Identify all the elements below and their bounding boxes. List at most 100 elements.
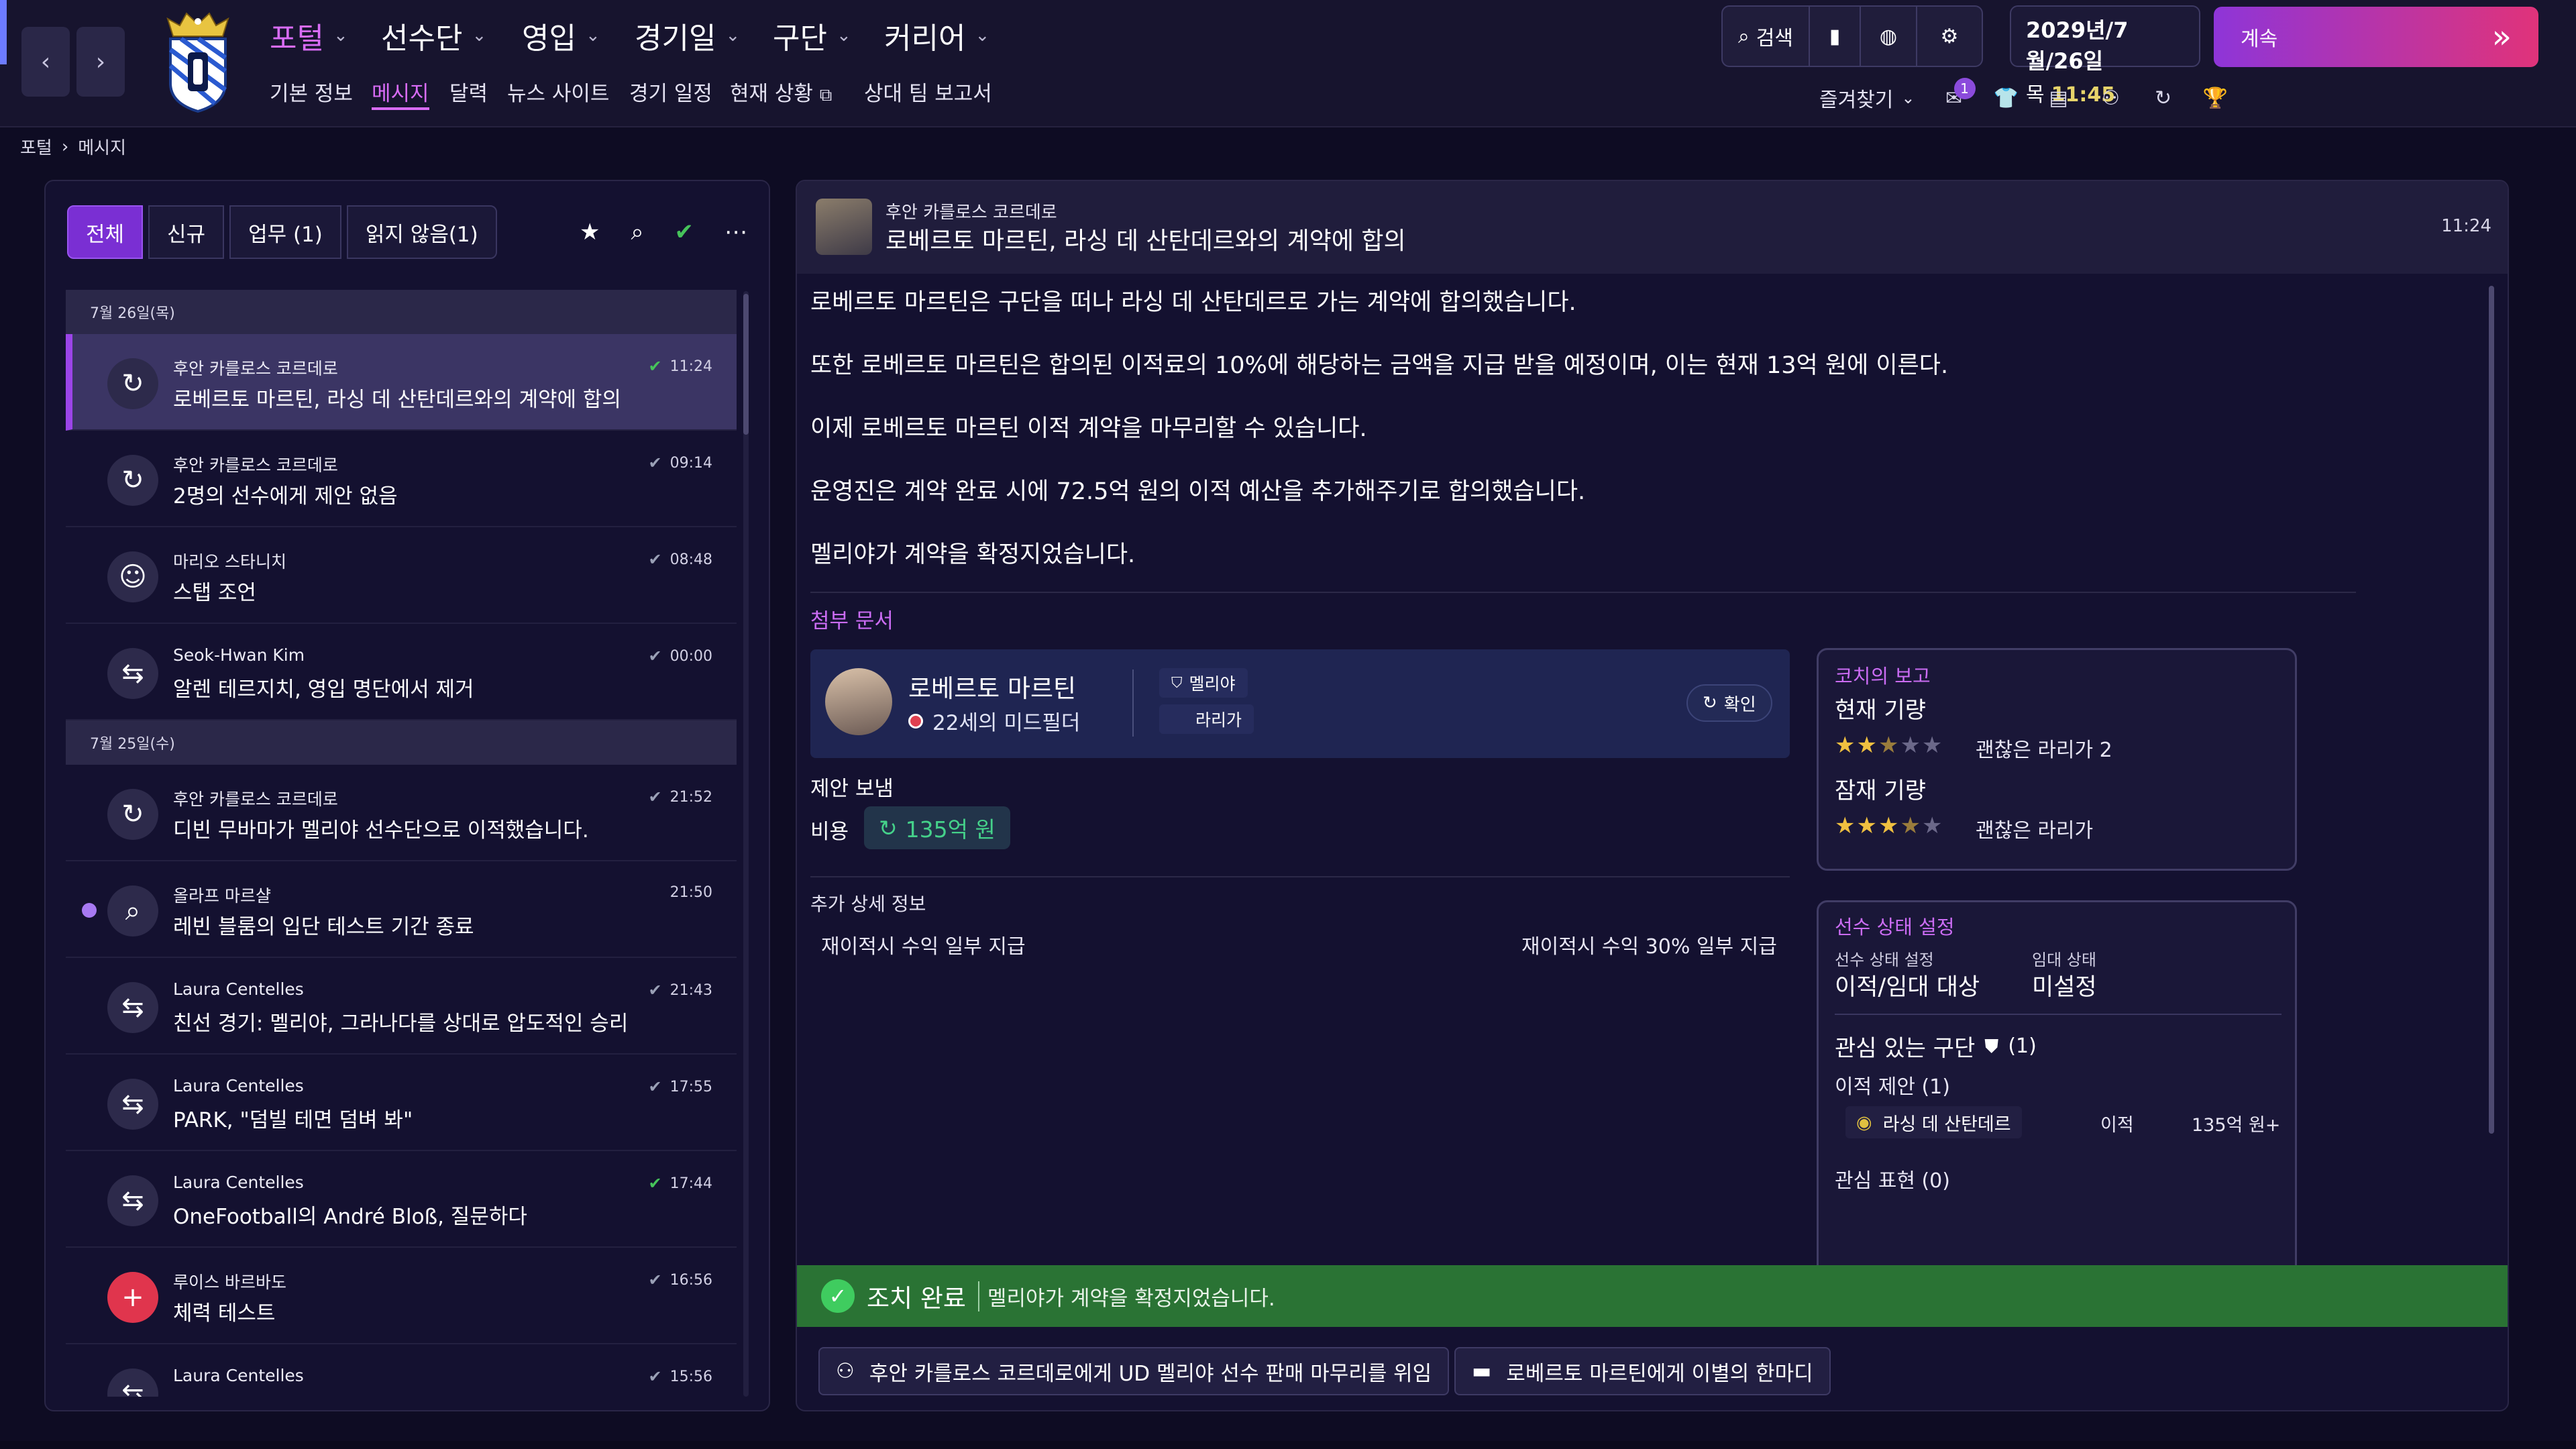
subnav-current-status[interactable]: 현재 상황 ⧉ — [730, 76, 832, 110]
subnav-fixtures[interactable]: 경기 일정 — [629, 76, 712, 110]
forward-button[interactable]: › — [76, 27, 125, 97]
speech-bubble-icon: ▬ — [1472, 1359, 1492, 1383]
date-text: 2029년/7월/26일 — [2026, 17, 2129, 74]
club-crest-icon[interactable] — [161, 9, 235, 114]
confirm-button[interactable]: ↻ 확인 — [1686, 684, 1772, 722]
time-text: 11:24 — [669, 358, 712, 375]
current-ability-stars: ★★★★★ — [1835, 732, 1944, 759]
message-list-item[interactable]: ↻ 후안 카를로스 코르데로 2명의 선수에게 제안 없음 ✔ 09:14 — [66, 431, 737, 527]
person-transfer-icon: ⇆ — [107, 648, 158, 699]
message-sender[interactable]: 후안 카를로스 코르데로 — [885, 199, 1057, 223]
extra-details-label: 추가 상세 정보 — [810, 893, 926, 915]
subnav-news[interactable]: 뉴스 사이트 — [507, 76, 609, 110]
message-list-item[interactable]: ⇆ Laura Centelles PARK, "덤빌 테면 덤벼 봐" ✔ 17:55 — [66, 1055, 737, 1151]
gear-icon: ⚙ — [1940, 24, 1959, 48]
filter-new[interactable]: 신규 — [148, 205, 225, 259]
status-value[interactable]: 이적/임대 대상 — [1835, 968, 1980, 1002]
interest-shown-label: 관심 표현 (0) — [1835, 1169, 1950, 1193]
sender-avatar[interactable] — [816, 199, 872, 255]
search-icon[interactable]: ⌕ — [631, 219, 643, 246]
divider — [810, 592, 2356, 593]
tactics-button[interactable]: ◍ — [1861, 7, 1917, 66]
subnav-calendar[interactable]: 달력 — [449, 76, 488, 110]
breadcrumb-current: 메시지 — [78, 138, 127, 158]
player-info: 22세의 미드필더 — [908, 706, 1080, 736]
menu-recruitment[interactable]: 영입 ⌄ — [522, 12, 600, 59]
mark-read-icon[interactable]: ✔ — [675, 219, 694, 246]
player-card[interactable]: 로베르토 마르틴 22세의 미드필더 ⛉ 멜리야 라리가 ↻ 확인 — [810, 649, 1790, 758]
medical-plus-icon: + — [107, 1272, 158, 1323]
fee-label: 비용 — [810, 820, 849, 844]
player-club[interactable]: ⛉ 멜리야 — [1159, 668, 1248, 698]
loan-status-value[interactable]: 미설정 — [2032, 968, 2097, 1002]
message-list-item[interactable]: ⇆ Laura Centelles 호마리우 바로, 멜리야에서의 불확실한 미래를… — [66, 1344, 737, 1397]
time-text: 21:50 — [669, 884, 712, 901]
filter-all[interactable]: 전체 — [67, 205, 144, 259]
transfer-offer-row[interactable]: ◉ 라싱 데 산탄데르 — [1845, 1106, 2022, 1138]
menu-portal[interactable]: 포털 ⌄ — [270, 12, 348, 59]
subnav-overview[interactable]: 기본 정보 — [270, 76, 353, 110]
search-icon: ⌕ — [1737, 24, 1750, 48]
more-icon[interactable]: ⋯ — [724, 219, 747, 246]
breadcrumb-root[interactable]: 포털 — [20, 134, 52, 159]
menu-matchday[interactable]: 경기일 ⌄ — [635, 12, 740, 59]
message-list-item[interactable]: ↻ 후안 카를로스 코르데로 로베르토 마르틴, 라싱 데 산탄데르와의 계약에 합… — [66, 334, 737, 431]
clipboard-icon[interactable]: ▤ — [2045, 85, 2072, 111]
message-subject: OneFootball의 André Bloß, 질문하다 — [173, 1205, 527, 1229]
filter-unread[interactable]: 읽지 않음(1) — [346, 205, 497, 259]
game-date[interactable]: 2029년/7월/26일 목 11:45 — [2010, 5, 2200, 107]
current-ability-text: 괜찮은 라리가 2 — [1976, 739, 2112, 762]
message-list-item[interactable]: ⇆ Laura Centelles 친선 경기: 멜리야, 그라나다를 상대로 압도… — [66, 958, 737, 1055]
people-icon[interactable]: ⚇ — [2098, 85, 2125, 111]
favorites-dropdown[interactable]: 즐겨찾기 ⌄ — [1819, 83, 1915, 113]
message-paragraph: 또한 로베르토 마르틴은 합의된 이적료의 10%에 해당하는 금액을 지급 받… — [810, 352, 1949, 379]
menu-label: 구단 — [773, 21, 827, 56]
time-text: 08:48 — [669, 551, 712, 568]
settings-button[interactable]: ⚙ — [1917, 7, 1982, 66]
scrollbar-thumb[interactable] — [2489, 286, 2494, 1134]
subnav-messages[interactable]: 메시지 — [372, 76, 429, 110]
message-list-item[interactable]: ↻ 후안 카를로스 코르데로 디빈 무바마가 멜리야 선수단으로 이적했습니다. ✔ 2… — [66, 765, 737, 861]
player-name[interactable]: 로베르토 마르틴 — [908, 668, 1076, 704]
filter-tasks[interactable]: 업무 (1) — [229, 205, 341, 259]
back-button[interactable]: ‹ — [21, 27, 70, 97]
menu-career[interactable]: 커리어 ⌄ — [884, 12, 989, 59]
message-time: ✔ 00:00 — [648, 647, 712, 665]
player-photo[interactable] — [825, 668, 892, 735]
bottom-strip — [0, 1441, 2576, 1449]
message-list-item[interactable]: ☺ 마리오 스타니치 스탭 조언 ✔ 08:48 — [66, 527, 737, 624]
message-list-item[interactable]: + 루이스 바르바도 체력 테스트 ✔ 16:56 — [66, 1248, 737, 1344]
star-icon[interactable]: ★ — [580, 219, 600, 246]
player-league[interactable]: 라리가 — [1159, 704, 1254, 734]
message-list-item[interactable]: ⇆ Laura Centelles OneFootball의 André Bloß,… — [66, 1151, 737, 1248]
subnav-opposition-report[interactable]: 상대 팀 보고서 — [864, 76, 992, 110]
nationality-flag-icon — [908, 713, 923, 729]
menu-squad[interactable]: 선수단 ⌄ — [381, 12, 486, 59]
notebook-button[interactable]: ▮ — [1810, 7, 1861, 66]
message-sender: Seok-Hwan Kim — [173, 645, 305, 665]
chevron-down-icon: ⌄ — [836, 25, 851, 46]
message-list-item[interactable]: ⌕ 올라프 마르샬 레빈 블룸의 입단 테스트 기간 종료 21:50 — [66, 861, 737, 958]
scrollbar-thumb[interactable] — [743, 294, 749, 435]
search-button[interactable]: ⌕ 검색 — [1723, 7, 1810, 66]
message-sender: Laura Centelles — [173, 979, 304, 999]
message-sender: 올라프 마르샬 — [173, 886, 271, 906]
trophy-icon[interactable]: 🏆 — [2202, 85, 2229, 111]
divider — [810, 876, 1790, 877]
read-check-icon: ✔ — [648, 550, 662, 569]
read-check-icon: ✔ — [648, 357, 662, 376]
chat-icon[interactable]: ✉ 1 — [1941, 78, 1976, 111]
toolbar-group: ⌕ 검색 ▮ ◍ ⚙ — [1721, 5, 1983, 67]
confirm-label: 확인 — [1723, 694, 1756, 715]
continue-button[interactable]: 계속 » — [2214, 7, 2538, 67]
refresh-icon[interactable]: ↻ — [2150, 85, 2177, 111]
menu-club[interactable]: 구단 ⌄ — [773, 12, 851, 59]
time-text: 16:56 — [669, 1271, 712, 1289]
shirt-icon[interactable]: 👕 — [1993, 85, 2020, 111]
farewell-button[interactable]: ▬ 로베르토 마르틴에게 이별의 한마디 — [1454, 1347, 1831, 1395]
message-list-item[interactable]: ⇆ Seok-Hwan Kim 알렌 테르지치, 영입 명단에서 제거 ✔ 00:00 — [66, 624, 737, 720]
delegate-sale-button[interactable]: ⚇ 후안 카를로스 코르데로에게 UD 멜리야 선수 판매 마무리를 위임 — [818, 1347, 1450, 1395]
message-sender: 후안 카를로스 코르데로 — [173, 455, 338, 475]
extra-detail-name: 재이적시 수익 일부 지급 — [821, 935, 1026, 959]
scrollbar-track[interactable] — [743, 291, 749, 1397]
